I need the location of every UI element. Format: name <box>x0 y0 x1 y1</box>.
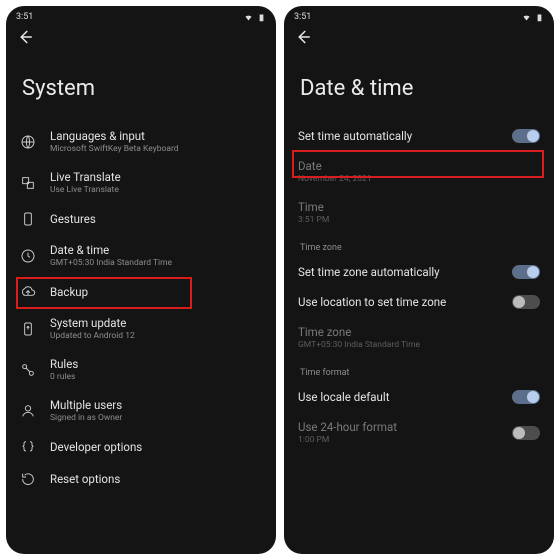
row-label: Time <box>298 200 540 214</box>
row-label: Live Translate <box>50 170 262 184</box>
wifi-icon <box>522 13 531 22</box>
row-label: Gestures <box>50 212 262 226</box>
row-label: Date <box>298 159 540 173</box>
globe-icon <box>20 134 36 150</box>
row-system-update[interactable]: System updateUpdated to Android 12 <box>6 308 276 349</box>
status-bar: 3:51 <box>284 6 554 24</box>
row-sub: 1:00 PM <box>298 435 498 445</box>
section-timezone: Time zone <box>284 233 554 257</box>
row-languages-input[interactable]: Languages & inputMicrosoft SwiftKey Beta… <box>6 121 276 162</box>
row-label: Set time zone automatically <box>298 265 498 279</box>
settings-list: Languages & inputMicrosoft SwiftKey Beta… <box>6 121 276 495</box>
row-sub: Use Live Translate <box>50 185 262 195</box>
row-date: DateNovember 24, 2021 <box>284 151 554 192</box>
row-sub: Signed in as Owner <box>50 413 262 423</box>
status-icons <box>522 12 544 22</box>
translate-icon <box>20 175 36 191</box>
row-label: Use location to set time zone <box>298 295 498 309</box>
row-label: Use locale default <box>298 390 498 404</box>
reset-icon <box>20 471 36 487</box>
row-label: Set time automatically <box>298 129 498 143</box>
row-reset-options[interactable]: Reset options <box>6 463 276 495</box>
row-label: Use 24-hour format <box>298 420 498 434</box>
battery-icon <box>535 13 544 22</box>
row-time: Time3:51 PM <box>284 192 554 233</box>
battery-icon <box>257 13 266 22</box>
page-title: Date & time <box>284 50 554 121</box>
backup-icon <box>20 284 36 300</box>
row-sub: November 24, 2021 <box>298 174 540 184</box>
row-date-time[interactable]: Date & timeGMT+05:30 India Standard Time <box>6 235 276 276</box>
clock: 3:51 <box>16 12 33 22</box>
toggle-use-24h <box>512 426 540 440</box>
row-set-tz-auto[interactable]: Set time zone automatically <box>284 257 554 287</box>
toggle-set-time-auto[interactable] <box>512 129 540 143</box>
status-icons <box>244 12 266 22</box>
row-sub: GMT+05:30 India Standard Time <box>298 340 540 350</box>
wifi-icon <box>244 13 253 22</box>
row-gestures[interactable]: Gestures <box>6 203 276 235</box>
braces-icon <box>20 439 36 455</box>
system-settings-screen: 3:51 System Languages & inputMicrosoft S… <box>6 6 276 554</box>
row-sub: Microsoft SwiftKey Beta Keyboard <box>50 144 262 154</box>
row-rules[interactable]: Rules0 rules <box>6 349 276 390</box>
back-icon[interactable] <box>294 28 312 46</box>
row-label: Rules <box>50 357 262 371</box>
row-label: Date & time <box>50 243 262 257</box>
row-label: Backup <box>50 285 262 299</box>
row-label: Multiple users <box>50 398 262 412</box>
users-icon <box>20 403 36 419</box>
row-use-24h: Use 24-hour format1:00 PM <box>284 412 554 453</box>
date-time-list: Set time automatically DateNovember 24, … <box>284 121 554 453</box>
status-bar: 3:51 <box>6 6 276 24</box>
row-sub: 0 rules <box>50 372 262 382</box>
row-set-time-auto[interactable]: Set time automatically <box>284 121 554 151</box>
gesture-icon <box>20 211 36 227</box>
row-label: Languages & input <box>50 129 262 143</box>
section-timeformat: Time format <box>284 358 554 382</box>
row-timezone: Time zoneGMT+05:30 India Standard Time <box>284 317 554 358</box>
row-label: System update <box>50 316 262 330</box>
back-icon[interactable] <box>16 28 34 46</box>
row-backup[interactable]: Backup <box>6 276 276 308</box>
row-label: Reset options <box>50 472 262 486</box>
toggle-locale-default[interactable] <box>512 390 540 404</box>
toggle-use-location[interactable] <box>512 295 540 309</box>
update-icon <box>20 321 36 337</box>
clock-icon <box>20 248 36 264</box>
row-locale-default[interactable]: Use locale default <box>284 382 554 412</box>
row-live-translate[interactable]: Live TranslateUse Live Translate <box>6 162 276 203</box>
row-sub: Updated to Android 12 <box>50 331 262 341</box>
row-sub: 3:51 PM <box>298 215 540 225</box>
date-time-screen: 3:51 Date & time Set time automatically … <box>284 6 554 554</box>
row-multiple-users[interactable]: Multiple usersSigned in as Owner <box>6 390 276 431</box>
clock: 3:51 <box>294 12 311 22</box>
page-title: System <box>6 50 276 121</box>
toggle-set-tz-auto[interactable] <box>512 265 540 279</box>
row-developer-options[interactable]: Developer options <box>6 431 276 463</box>
row-sub: GMT+05:30 India Standard Time <box>50 258 262 268</box>
rules-icon <box>20 362 36 378</box>
row-use-location[interactable]: Use location to set time zone <box>284 287 554 317</box>
row-label: Developer options <box>50 440 262 454</box>
row-label: Time zone <box>298 325 540 339</box>
